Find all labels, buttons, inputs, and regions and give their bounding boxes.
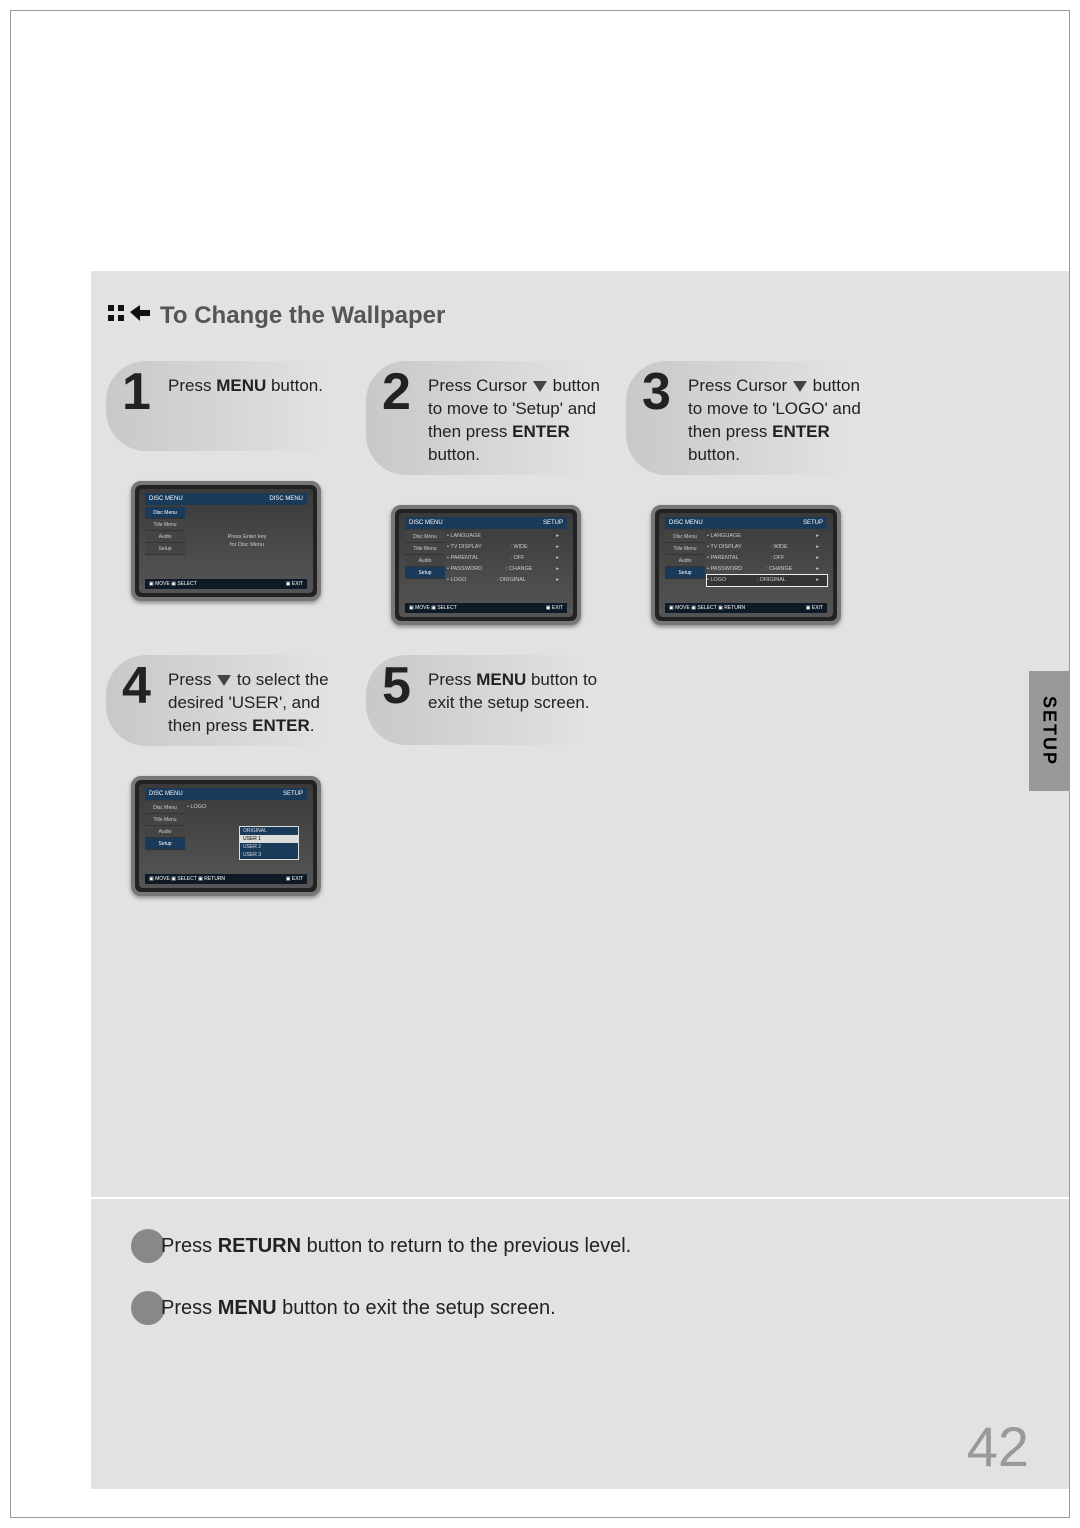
tv-screenshot-3: DISC MENUSETUP Disc MenuTitle MenuAudioS… bbox=[651, 505, 841, 625]
step-4: 4 Press to select the desired 'USER', an… bbox=[106, 655, 356, 896]
section-icon bbox=[106, 301, 150, 331]
page-number: 42 bbox=[967, 1414, 1029, 1479]
footer-text: Press RETURN button to return to the pre… bbox=[161, 1235, 631, 1258]
step-instruction: Press Cursor button to move to 'LOGO' an… bbox=[688, 369, 864, 467]
footer-notes: Press RETURN button to return to the pre… bbox=[91, 1199, 1069, 1489]
step-instruction: Press MENU button. bbox=[168, 369, 323, 398]
step-number: 3 bbox=[642, 369, 678, 416]
section-heading: To Change the Wallpaper bbox=[106, 301, 1069, 331]
side-tab-setup: SETUP bbox=[1029, 671, 1069, 791]
step-5: 5 Press MENU button to exit the setup sc… bbox=[366, 655, 616, 896]
step-number: 4 bbox=[122, 663, 158, 710]
bullet-icon bbox=[131, 1291, 165, 1325]
tv-screenshot-2: DISC MENUSETUP Disc MenuTitle MenuAudioS… bbox=[391, 505, 581, 625]
step-number: 5 bbox=[382, 663, 418, 710]
step-number: 2 bbox=[382, 369, 418, 416]
bullet-icon bbox=[131, 1229, 165, 1263]
step-2: 2 Press Cursor button to move to 'Setup'… bbox=[366, 361, 616, 625]
tv-screenshot-1: DISC MENUDISC MENU Disc MenuTitle MenuAu… bbox=[131, 481, 321, 601]
step-3: 3 Press Cursor button to move to 'LOGO' … bbox=[626, 361, 876, 625]
step-instruction: Press MENU button to exit the setup scre… bbox=[428, 663, 604, 715]
step-number: 1 bbox=[122, 369, 158, 416]
page-frame: To Change the Wallpaper 1 Press MENU but… bbox=[10, 10, 1070, 1518]
main-content: To Change the Wallpaper 1 Press MENU but… bbox=[91, 271, 1069, 1197]
heading-text: To Change the Wallpaper bbox=[160, 302, 445, 330]
footer-text: Press MENU button to exit the setup scre… bbox=[161, 1297, 556, 1320]
step-instruction: Press to select the desired 'USER', and … bbox=[168, 663, 344, 738]
steps-grid: 1 Press MENU button. DISC MENUDISC MENU … bbox=[106, 361, 1069, 896]
step-1: 1 Press MENU button. DISC MENUDISC MENU … bbox=[106, 361, 356, 625]
tv-screenshot-4: DISC MENUSETUP Disc MenuTitle MenuAudioS… bbox=[131, 776, 321, 896]
step-instruction: Press Cursor button to move to 'Setup' a… bbox=[428, 369, 604, 467]
